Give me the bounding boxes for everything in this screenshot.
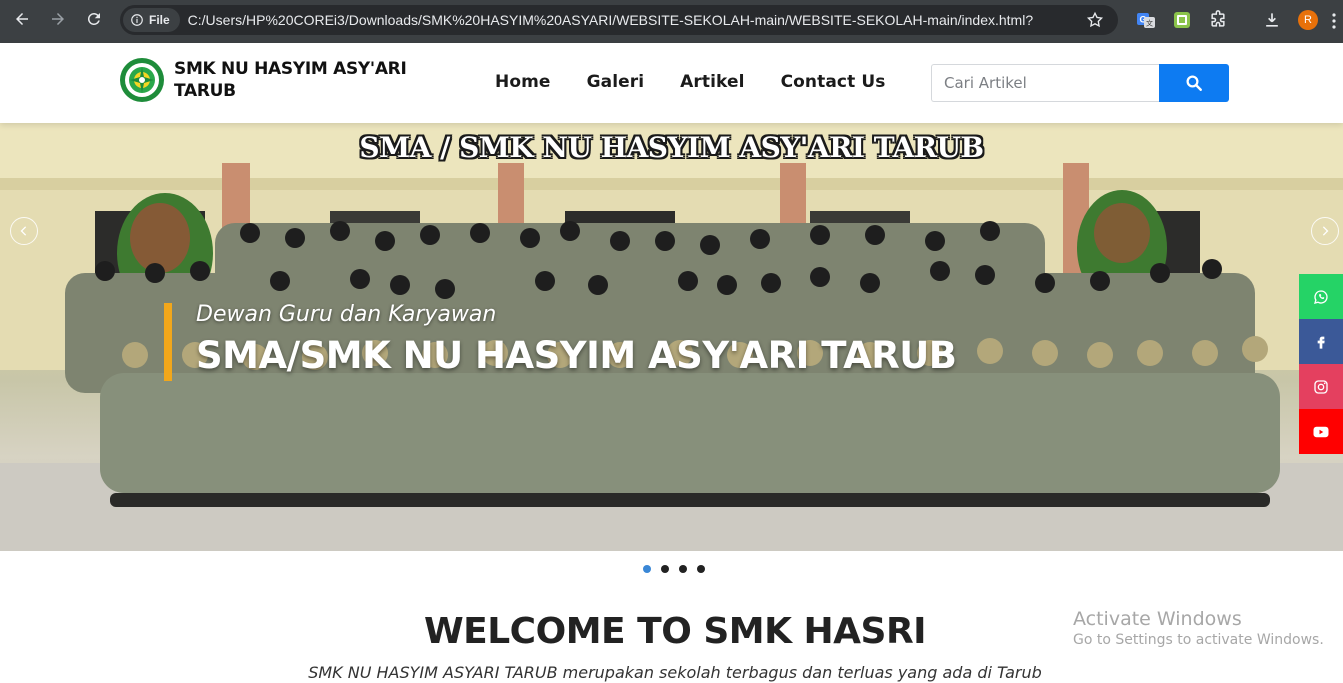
main-nav: Home Galeri Artikel Contact Us — [495, 72, 885, 92]
school-logo[interactable] — [119, 57, 165, 103]
back-icon[interactable] — [10, 7, 34, 31]
activate-windows-watermark: Activate Windows Go to Settings to activ… — [1073, 608, 1324, 648]
watermark-line-1: Activate Windows — [1073, 608, 1242, 630]
instagram-button[interactable] — [1299, 364, 1343, 409]
forward-icon[interactable] — [46, 7, 70, 31]
nav-artikel[interactable]: Artikel — [680, 72, 744, 92]
search-button[interactable] — [1159, 64, 1229, 102]
translate-extension-icon[interactable]: G文 — [1136, 10, 1156, 30]
article-search — [931, 64, 1229, 102]
carousel-dot-3[interactable] — [679, 565, 687, 573]
site-info-chip[interactable]: File — [123, 8, 180, 32]
search-input[interactable] — [931, 64, 1159, 102]
browser-toolbar: File C:/Users/HP%20COREi3/Downloads/SMK%… — [0, 0, 1343, 43]
address-bar[interactable]: File C:/Users/HP%20COREi3/Downloads/SMK%… — [120, 5, 1118, 35]
carousel-prev-button[interactable] — [10, 217, 38, 245]
brand-line-1: SMK NU HASYIM ASY'ARI — [174, 59, 407, 79]
carousel-dot-1[interactable] — [643, 565, 651, 573]
carousel-indicators — [643, 565, 705, 573]
facebook-icon — [1317, 336, 1325, 349]
url-text[interactable]: C:/Users/HP%20COREi3/Downloads/SMK%20HAS… — [188, 12, 1033, 28]
carousel-dot-4[interactable] — [697, 565, 705, 573]
facebook-button[interactable] — [1299, 319, 1343, 364]
chevron-right-icon — [1322, 226, 1329, 236]
whatsapp-button[interactable] — [1299, 274, 1343, 319]
hero-banner-text: SMA / SMK NU HASYIM ASY'ARI TARUB — [359, 131, 984, 164]
caption-title: SMA/SMK NU HASYIM ASY'ARI TARUB — [196, 334, 957, 377]
instagram-icon — [1314, 379, 1328, 394]
youtube-button[interactable] — [1299, 409, 1343, 454]
caption-subtitle: Dewan Guru dan Karyawan — [196, 302, 497, 327]
nav-contact-us[interactable]: Contact Us — [781, 72, 886, 92]
site-header: SMK NU HASYIM ASY'ARI TARUB Home Galeri … — [0, 43, 1343, 123]
site-chip-label: File — [149, 13, 170, 27]
svg-text:文: 文 — [1146, 19, 1153, 28]
nav-galeri[interactable]: Galeri — [587, 72, 645, 92]
reload-icon[interactable] — [82, 7, 106, 31]
info-icon — [131, 14, 143, 26]
carousel-next-button[interactable] — [1311, 217, 1339, 245]
watermark-line-2: Go to Settings to activate Windows. — [1073, 632, 1324, 648]
star-icon[interactable] — [1086, 11, 1104, 29]
hero-carousel: SMA / SMK NU HASYIM ASY'ARI TARUB Dewan … — [0, 123, 1343, 551]
brand-line-2: TARUB — [174, 81, 236, 101]
search-icon — [1186, 75, 1202, 91]
whatsapp-icon — [1314, 289, 1328, 304]
welcome-subtitle: SMK NU HASYIM ASYARI TARUB merupakan sek… — [308, 663, 1042, 682]
puzzle-extensions-icon[interactable] — [1208, 10, 1228, 30]
youtube-icon — [1313, 426, 1329, 437]
sheet-extension-icon[interactable] — [1172, 10, 1192, 30]
kebab-menu-icon[interactable] — [1330, 12, 1338, 30]
social-float-bar — [1299, 274, 1343, 454]
carousel-dot-2[interactable] — [661, 565, 669, 573]
brand-name[interactable]: SMK NU HASYIM ASY'ARI TARUB — [174, 58, 414, 102]
caption-accent-bar — [164, 303, 172, 381]
nav-home[interactable]: Home — [495, 72, 551, 92]
download-icon[interactable] — [1262, 10, 1282, 30]
chevron-left-icon — [20, 226, 27, 236]
profile-avatar[interactable]: R — [1298, 10, 1318, 30]
